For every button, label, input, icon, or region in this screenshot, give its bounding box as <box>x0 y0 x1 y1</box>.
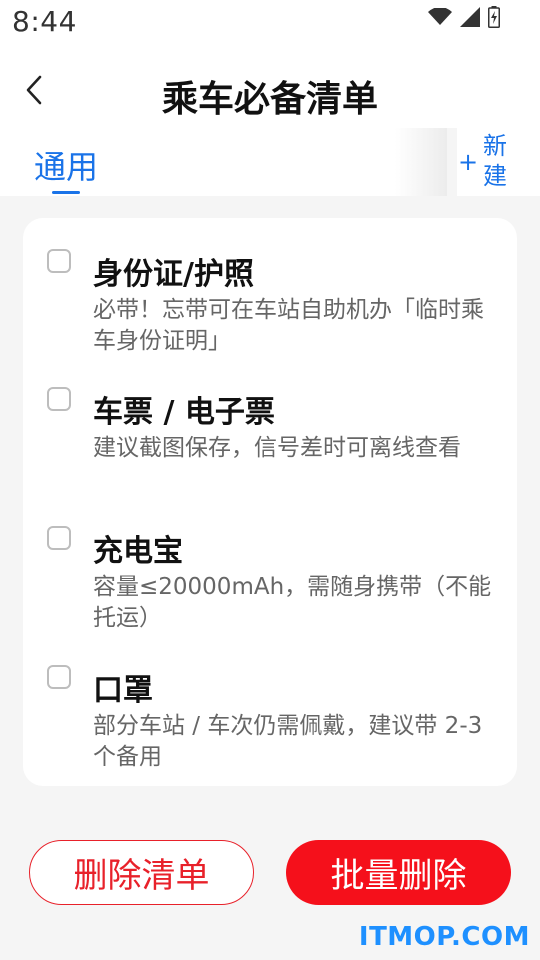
tabs-bar: 通用 + 新建 <box>0 128 540 196</box>
checkbox[interactable] <box>47 665 71 689</box>
watermark: ITMOP.COM <box>358 922 530 952</box>
tab-indicator <box>52 191 80 194</box>
item-title: 口罩 <box>93 673 153 708</box>
signal-icon <box>460 7 480 27</box>
status-icons <box>428 6 500 28</box>
page-title: 乘车必备清单 <box>161 79 378 120</box>
wifi-icon <box>428 8 452 25</box>
checkbox[interactable] <box>47 526 71 550</box>
item-title: 充电宝 <box>93 534 183 569</box>
item-description: 必带！忘带可在车站自助机办「临时乘车身份证明」 <box>93 297 484 354</box>
checklist-card: 身份证/护照 必带！忘带可在车站自助机办「临时乘车身份证明」 车票 / 电子票 … <box>23 218 517 786</box>
status-bar: 8:44 <box>0 0 540 46</box>
item-title: 车票 / 电子票 <box>93 395 275 430</box>
item-description: 容量≤20000mAh，需随身携带（不能托运） <box>93 574 492 631</box>
tabs-divider <box>447 128 457 196</box>
item-description: 建议截图保存，信号差时可离线查看 <box>93 435 461 461</box>
item-description: 部分车站 / 车次仍需佩戴，建议带 2-3 个备用 <box>93 713 483 770</box>
item-title: 身份证/护照 <box>93 257 254 292</box>
header: 乘车必备清单 <box>0 46 540 128</box>
battery-charging-icon <box>488 6 500 28</box>
delete-list-button[interactable]: 删除清单 <box>29 840 254 905</box>
status-time: 8:44 <box>12 5 77 38</box>
batch-delete-button[interactable]: 批量删除 <box>286 840 511 905</box>
new-tab-label: 新建 <box>483 132 507 190</box>
plus-icon: + <box>458 148 479 176</box>
checkbox[interactable] <box>47 249 71 273</box>
checkbox[interactable] <box>47 387 71 411</box>
tab-general[interactable]: 通用 <box>34 142 98 188</box>
new-tab-button[interactable]: + 新建 <box>458 130 522 192</box>
tabs-fade <box>395 128 447 196</box>
